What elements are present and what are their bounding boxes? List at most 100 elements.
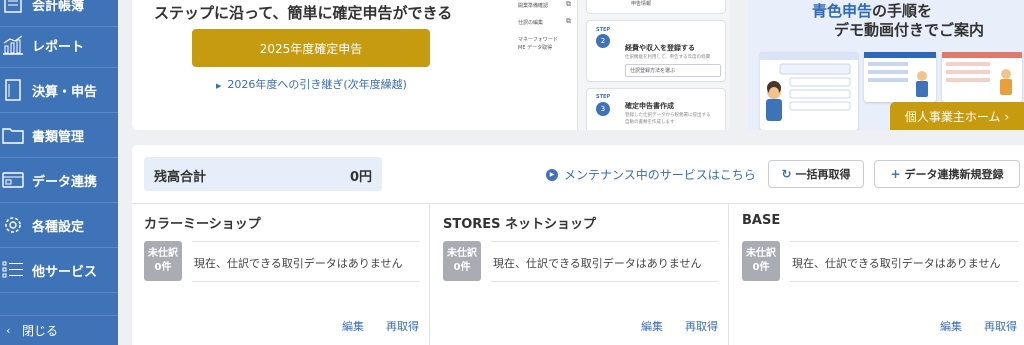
preview-step-sub: 登録した仕訳データから税務署に提出する [625, 113, 711, 118]
carry-over-link-label: 2026年度への引き継ぎ(次年度繰越) [227, 78, 407, 91]
preview-sidebar: 開業準備確認 ⧉ 仕訳の編集 ⧉ マネーフォワード ME データ取得 [510, 0, 578, 130]
tax-steps-preview: 開業準備確認 ⧉ 仕訳の編集 ⧉ マネーフォワード ME データ取得 申告情報 … [510, 0, 730, 130]
divider [491, 281, 719, 282]
shop-name: BASE [742, 213, 781, 228]
preview-step1-box: 申告情報 [586, 0, 726, 14]
badge-label: 未仕訳 [746, 248, 776, 259]
sidebar-item-label: 決算・申告 [32, 84, 98, 100]
tax-return-description: ステップに沿って、簡単に確定申告ができる [154, 4, 453, 22]
sidebar-close-button[interactable]: ‹ 閉じる [0, 315, 118, 345]
refresh-all-button[interactable]: ↻ 一括再取得 [768, 160, 864, 188]
plus-icon: + [890, 167, 901, 181]
no-data-message: 現在、仕訳できる取引データはありません [493, 257, 702, 270]
preview-side-item: マネーフォワード [518, 37, 558, 43]
shop-card-base: BASE 未仕訳 0件 現在、仕訳できる取引データはありません 編集 再取得 [730, 204, 1024, 345]
shop-card-stores: STORES ネットショップ 未仕訳 0件 現在、仕訳できる取引データはありませ… [431, 204, 729, 345]
balance-total-box: 残高合計 0円 [144, 157, 382, 191]
refresh-all-label: 一括再取得 [795, 168, 851, 181]
preview-step-tag: STEP [596, 27, 611, 33]
badge-count: 0件 [752, 262, 770, 273]
no-data-message: 現在、仕訳できる取引データはありません [792, 257, 1001, 270]
folder-icon [2, 124, 24, 146]
triangle-right-icon: ▶ [216, 82, 222, 90]
preview-step-tag: STEP [596, 94, 611, 100]
new-data-link-button[interactable]: + データ連携新規登録 [874, 160, 1020, 188]
sidebar-item-documents[interactable]: 書類管理 [0, 113, 118, 158]
preview-step-number: 3 [596, 102, 610, 116]
balance-total-value: 0円 [349, 170, 372, 185]
grid-list-icon [2, 259, 24, 281]
data-link-panel: 残高合計 0円 ▶ メンテナンス中のサービスはこちら ↻ 一括再取得 + データ連携新… [132, 145, 1024, 345]
sidebar: 会計帳簿 レポート 決算・申告 書類管理 データ連携 各種設定 他サービス ‹ … [0, 0, 118, 345]
promo-screenshot [864, 52, 936, 102]
refetch-link[interactable]: 再取得 [386, 318, 419, 334]
unjournaled-badge: 未仕訳 0件 [742, 241, 780, 281]
play-circle-icon: ▶ [546, 168, 558, 181]
badge-count: 0件 [154, 262, 172, 273]
unjournaled-badge: 未仕訳 0件 [443, 241, 481, 281]
preview-step-title: 経費や収入を登録する [625, 44, 695, 52]
divider [790, 281, 1018, 282]
sidebar-item-label: レポート [32, 39, 85, 55]
badge-label: 未仕訳 [447, 248, 477, 259]
sole-proprietor-home-button[interactable]: 個人事業主ホーム › [890, 102, 1024, 130]
sidebar-close-label: 閉じる [22, 324, 59, 338]
divider [790, 241, 1018, 242]
sidebar-item-data-link[interactable]: データ連携 [0, 158, 118, 203]
refresh-icon: ↻ [781, 167, 792, 181]
promo-title-rest: の手順を [872, 2, 933, 20]
promo-title-line1: 青色申告の手順を [812, 0, 932, 21]
divider [192, 281, 420, 282]
preview-side-item: 仕訳の編集 [518, 20, 544, 26]
promo-highlight: 青色申告 [812, 2, 873, 20]
report-chart-icon [2, 34, 24, 56]
preview-step-number: 2 [596, 34, 610, 48]
preview-step2-box: STEP 2 経費や収入を登録する 仕訳機能を利用して、申告する年度の経費 仕訳… [586, 20, 726, 82]
divider [491, 241, 719, 242]
sidebar-item-label: 他サービス [32, 264, 98, 280]
ledger-icon [2, 0, 24, 15]
maintenance-services-link[interactable]: ▶ メンテナンス中のサービスはこちら [546, 166, 756, 183]
refetch-link[interactable]: 再取得 [984, 318, 1017, 334]
sidebar-item-tax-return[interactable]: 決算・申告 [0, 68, 118, 113]
sidebar-item-label: 会計帳簿 [32, 0, 85, 14]
new-data-link-label: データ連携新規登録 [904, 168, 1004, 181]
refetch-link[interactable]: 再取得 [685, 318, 718, 334]
blue-return-promo-card[interactable]: 青色申告の手順を デモ動画付きでご案内 個人事業主ホーム › [748, 0, 1024, 130]
preview-side-item: ME データ取得 [518, 45, 553, 51]
tax-return-start-button[interactable]: 2025年度確定申告 [192, 29, 430, 67]
sidebar-item-label: 各種設定 [32, 219, 85, 235]
chevron-left-icon: ‹ [6, 324, 11, 337]
no-data-message: 現在、仕訳できる取引データはありません [194, 257, 403, 270]
preview-step-sub: 仕訳機能を利用して、申告する年度の経費 [625, 55, 711, 60]
promo-screenshot [760, 52, 858, 130]
edit-link[interactable]: 編集 [641, 318, 663, 334]
balance-total-label: 残高合計 [154, 170, 207, 185]
external-link-icon: ⧉ [566, 0, 571, 8]
sidebar-item-settings[interactable]: 各種設定 [0, 203, 118, 248]
unjournaled-badge: 未仕訳 0件 [144, 241, 182, 281]
preview-step-sub: 自動の書類を作成します [625, 120, 675, 125]
shop-name: STORES ネットショップ [443, 217, 597, 232]
divider [192, 241, 420, 242]
sidebar-item-label: データ連携 [32, 174, 98, 190]
sidebar-item-other-services[interactable]: 他サービス [0, 248, 118, 293]
gear-icon [2, 214, 24, 236]
badge-label: 未仕訳 [148, 248, 178, 259]
sidebar-item-label: 書類管理 [32, 129, 85, 145]
promo-screenshot [942, 52, 1022, 102]
preview-side-item: 開業準備確認 [518, 3, 549, 9]
promo-title-line2: デモ動画付きでご案内 [834, 21, 985, 39]
carry-over-link[interactable]: ▶ 2026年度への引き継ぎ(次年度繰越) [216, 76, 407, 92]
preview-step3-box: STEP 3 確定申告書作成 登録した仕訳データから税務署に提出する 自動の書類… [586, 88, 726, 130]
tax-return-card: ステップに沿って、簡単に確定申告ができる 2025年度確定申告 ▶ 2026年度へ… [132, 0, 730, 130]
preview-step-title: 確定申告書作成 [625, 102, 674, 110]
badge-count: 0件 [453, 262, 471, 273]
edit-link[interactable]: 編集 [940, 318, 962, 334]
preview-step-field: 仕訳登録方法を選ぶ [625, 64, 721, 77]
maintenance-link-label: メンテナンス中のサービスはこちら [564, 168, 756, 182]
sidebar-item-report[interactable]: レポート [0, 23, 118, 68]
shop-card-colorme: カラーミーショップ 未仕訳 0件 現在、仕訳できる取引データはありません 編集 … [132, 204, 430, 345]
shop-name: カラーミーショップ [144, 217, 261, 232]
edit-link[interactable]: 編集 [342, 318, 364, 334]
